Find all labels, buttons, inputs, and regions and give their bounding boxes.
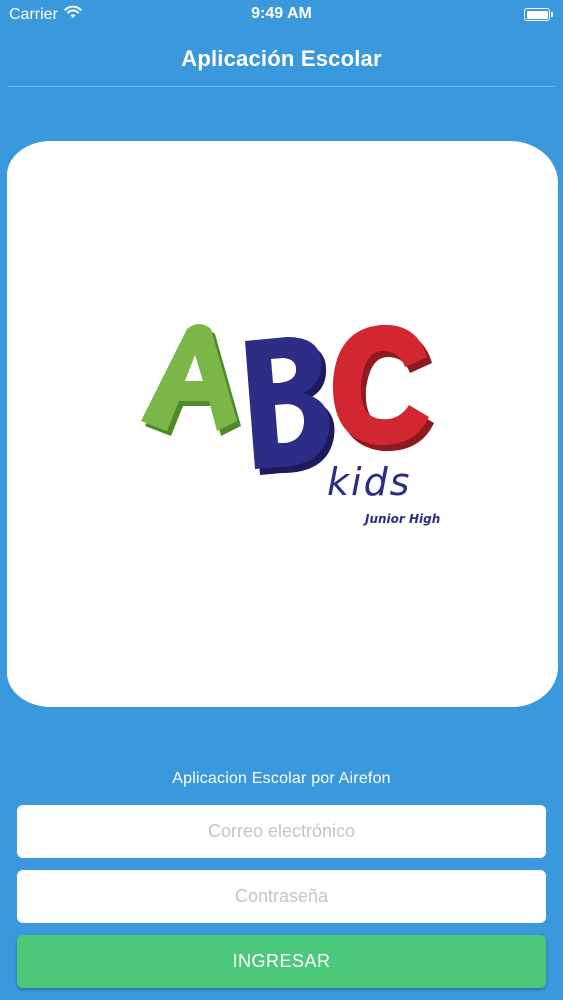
status-time: 9:49 AM (251, 5, 312, 22)
battery-body (524, 8, 550, 21)
logo-card: A B C kids Junior High (7, 141, 558, 707)
nav-bar: Aplicación Escolar (0, 30, 563, 87)
battery-fill (526, 10, 548, 19)
battery-tip (551, 12, 553, 17)
logo-caption-text: Junior High (363, 512, 440, 526)
logo-letter-a: A (141, 324, 241, 436)
password-field[interactable] (17, 870, 546, 923)
battery-icon (524, 8, 553, 21)
status-bar: Carrier 9:49 AM (0, 0, 563, 30)
logo-kids-text: kids (327, 460, 411, 504)
page-title: Aplicación Escolar (181, 46, 382, 71)
email-field[interactable] (17, 805, 546, 858)
login-button[interactable]: INGRESAR (17, 935, 546, 988)
nav-divider (8, 86, 555, 87)
abc-kids-logo: A B C kids Junior High (141, 324, 440, 526)
app-tagline: Aplicacion Escolar por Airefon (172, 770, 391, 787)
